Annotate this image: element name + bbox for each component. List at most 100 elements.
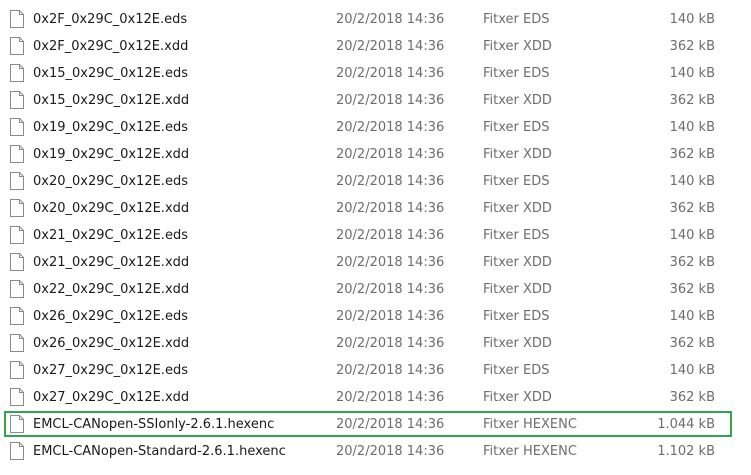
file-size: 140 kB (669, 120, 715, 135)
file-name: 0x26_0x29C_0x12E.xdd (33, 336, 190, 351)
file-row[interactable]: 0x21_0x29C_0x12E.xdd 20/2/2018 14:36 Fitxe… (0, 249, 751, 276)
file-name: 0x27_0x29C_0x12E.xdd (33, 390, 190, 405)
file-date-modified: 20/2/2018 14:36 (336, 201, 445, 216)
file-size: 1.102 kB (657, 444, 715, 459)
file-row[interactable]: 0x26_0x29C_0x12E.eds 20/2/2018 14:36 Fitxe… (0, 303, 751, 330)
document-icon (10, 388, 24, 406)
file-row[interactable]: 0x19_0x29C_0x12E.xdd 20/2/2018 14:36 Fitxe… (0, 141, 751, 168)
file-row[interactable]: 0x15_0x29C_0x12E.eds 20/2/2018 14:36 Fitxe… (0, 60, 751, 87)
document-icon (10, 118, 24, 136)
file-row[interactable]: 0x27_0x29C_0x12E.xdd 20/2/2018 14:36 Fitxe… (0, 384, 751, 411)
file-name: 0x21_0x29C_0x12E.xdd (33, 255, 190, 270)
file-type: Fitxer EDS (483, 228, 550, 243)
document-icon (10, 199, 24, 217)
file-type: Fitxer EDS (483, 12, 550, 27)
file-type: Fitxer EDS (483, 120, 550, 135)
file-row[interactable]: 0x2F_0x29C_0x12E.eds 20/2/2018 14:36 Fitxe… (0, 6, 751, 33)
file-date-modified: 20/2/2018 14:36 (336, 255, 445, 270)
document-icon (10, 145, 24, 163)
file-type: Fitxer XDD (483, 336, 552, 351)
file-row[interactable]: EMCL-CANopen-Standard-2.6.1.hexenc 20/2/2… (0, 438, 751, 465)
document-icon (10, 253, 24, 271)
file-size: 1.044 kB (657, 417, 715, 432)
file-size: 362 kB (669, 201, 715, 216)
file-type: Fitxer EDS (483, 363, 550, 378)
file-date-modified: 20/2/2018 14:36 (336, 282, 445, 297)
file-name: 0x20_0x29C_0x12E.eds (33, 174, 188, 189)
file-row-selected[interactable]: EMCL-CANopen-SSIonly-2.6.1.hexenc 20/2/20… (0, 411, 751, 438)
file-row[interactable]: 0x26_0x29C_0x12E.xdd 20/2/2018 14:36 Fitxe… (0, 330, 751, 357)
file-row[interactable]: 0x15_0x29C_0x12E.xdd 20/2/2018 14:36 Fitxe… (0, 87, 751, 114)
file-size: 362 kB (669, 255, 715, 270)
file-row[interactable]: 0x19_0x29C_0x12E.eds 20/2/2018 14:36 Fitxe… (0, 114, 751, 141)
file-list: 0x2F_0x29C_0x12E.eds 20/2/2018 14:36 Fitxe… (0, 6, 751, 465)
file-name: 0x21_0x29C_0x12E.eds (33, 228, 188, 243)
file-type: Fitxer XDD (483, 39, 552, 54)
file-size: 140 kB (669, 12, 715, 27)
file-type: Fitxer EDS (483, 309, 550, 324)
file-date-modified: 20/2/2018 14:36 (336, 147, 445, 162)
file-size: 140 kB (669, 66, 715, 81)
file-date-modified: 20/2/2018 14:36 (336, 390, 445, 405)
file-row[interactable]: 0x20_0x29C_0x12E.xdd 20/2/2018 14:36 Fitxe… (0, 195, 751, 222)
file-type: Fitxer XDD (483, 93, 552, 108)
file-type: Fitxer XDD (483, 201, 552, 216)
document-icon (10, 442, 24, 460)
file-date-modified: 20/2/2018 14:36 (336, 363, 445, 378)
file-date-modified: 20/2/2018 14:36 (336, 174, 445, 189)
file-date-modified: 20/2/2018 14:36 (336, 93, 445, 108)
file-date-modified: 20/2/2018 14:36 (336, 12, 445, 27)
file-date-modified: 20/2/2018 14:36 (336, 39, 445, 54)
file-name: 0x15_0x29C_0x12E.eds (33, 66, 188, 81)
file-size: 362 kB (669, 39, 715, 54)
file-name: 0x26_0x29C_0x12E.eds (33, 309, 188, 324)
file-row[interactable]: 0x22_0x29C_0x12E.xdd 20/2/2018 14:36 Fitxe… (0, 276, 751, 303)
file-name: 0x27_0x29C_0x12E.eds (33, 363, 188, 378)
file-size: 140 kB (669, 363, 715, 378)
file-date-modified: 20/2/2018 14:36 (336, 120, 445, 135)
document-icon (10, 415, 24, 433)
document-icon (10, 361, 24, 379)
file-size: 362 kB (669, 282, 715, 297)
file-size: 362 kB (669, 336, 715, 351)
file-type: Fitxer HEXENC (483, 444, 577, 459)
document-icon (10, 280, 24, 298)
file-size: 362 kB (669, 147, 715, 162)
file-size: 140 kB (669, 309, 715, 324)
file-name: 0x2F_0x29C_0x12E.eds (33, 12, 188, 27)
file-size: 140 kB (669, 174, 715, 189)
file-name: EMCL-CANopen-Standard-2.6.1.hexenc (33, 444, 286, 459)
file-name: 0x19_0x29C_0x12E.eds (33, 120, 188, 135)
file-type: Fitxer XDD (483, 390, 552, 405)
file-date-modified: 20/2/2018 14:36 (336, 228, 445, 243)
file-row[interactable]: 0x27_0x29C_0x12E.eds 20/2/2018 14:36 Fitxe… (0, 357, 751, 384)
file-name: 0x15_0x29C_0x12E.xdd (33, 93, 190, 108)
file-size: 362 kB (669, 93, 715, 108)
file-type: Fitxer XDD (483, 255, 552, 270)
file-date-modified: 20/2/2018 14:36 (336, 336, 445, 351)
file-date-modified: 20/2/2018 14:36 (336, 417, 445, 432)
file-row[interactable]: 0x21_0x29C_0x12E.eds 20/2/2018 14:36 Fitxe… (0, 222, 751, 249)
document-icon (10, 91, 24, 109)
document-icon (10, 10, 24, 28)
file-type: Fitxer EDS (483, 174, 550, 189)
file-row[interactable]: 0x20_0x29C_0x12E.eds 20/2/2018 14:36 Fitxe… (0, 168, 751, 195)
file-name: 0x22_0x29C_0x12E.xdd (33, 282, 190, 297)
file-type: Fitxer XDD (483, 147, 552, 162)
file-name: 0x20_0x29C_0x12E.xdd (33, 201, 190, 216)
file-size: 362 kB (669, 390, 715, 405)
file-type: Fitxer XDD (483, 282, 552, 297)
file-date-modified: 20/2/2018 14:36 (336, 444, 445, 459)
file-name: EMCL-CANopen-SSIonly-2.6.1.hexenc (33, 417, 275, 432)
file-type: Fitxer HEXENC (483, 417, 577, 432)
file-row[interactable]: 0x2F_0x29C_0x12E.xdd 20/2/2018 14:36 Fitxe… (0, 33, 751, 60)
document-icon (10, 334, 24, 352)
file-size: 140 kB (669, 228, 715, 243)
document-icon (10, 37, 24, 55)
file-type: Fitxer EDS (483, 66, 550, 81)
document-icon (10, 226, 24, 244)
file-date-modified: 20/2/2018 14:36 (336, 66, 445, 81)
document-icon (10, 307, 24, 325)
file-date-modified: 20/2/2018 14:36 (336, 309, 445, 324)
file-name: 0x19_0x29C_0x12E.xdd (33, 147, 190, 162)
